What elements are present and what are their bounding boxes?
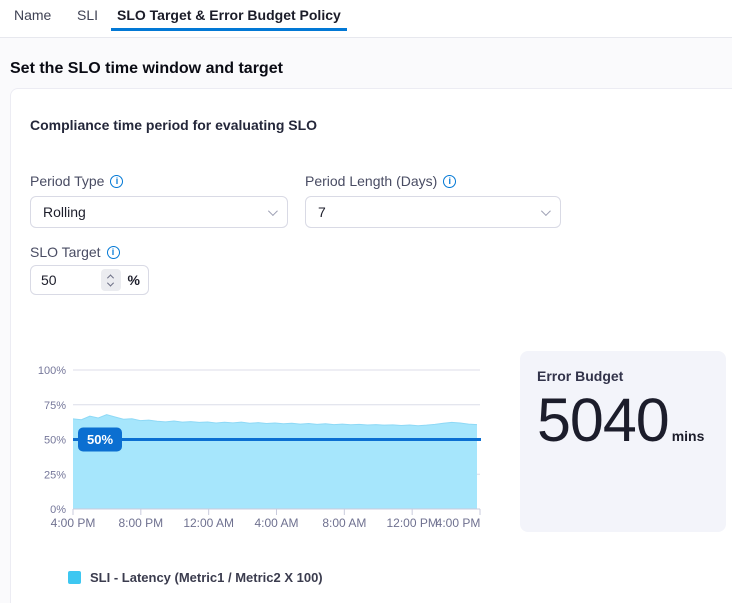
x-axis-label: 8:00 PM: [118, 516, 163, 530]
period-type-label-text: Period Type: [30, 173, 104, 189]
x-axis-label: 4:00 AM: [254, 516, 298, 530]
period-length-select[interactable]: 7: [305, 196, 561, 228]
period-length-value: 7: [318, 204, 541, 220]
chevron-down-icon: [541, 206, 551, 216]
compliance-section-title: Compliance time period for evaluating SL…: [30, 117, 317, 133]
slo-target-badge-label: 50%: [87, 432, 113, 447]
tab-sli[interactable]: SLI: [77, 7, 98, 23]
x-axis-label: 4:00 PM: [51, 516, 96, 530]
percent-sign: %: [128, 272, 140, 288]
slo-target-label-text: SLO Target: [30, 244, 101, 260]
period-type-value: Rolling: [43, 204, 268, 220]
error-budget-value-row: 5040 mins: [537, 388, 709, 452]
area-series: [73, 415, 477, 509]
y-axis-label: 75%: [44, 400, 66, 412]
slo-target-input-group: %: [30, 265, 149, 295]
error-budget-card: Error Budget 5040 mins: [520, 351, 726, 532]
error-budget-unit: mins: [672, 428, 705, 444]
y-axis-label: 25%: [44, 469, 66, 481]
x-axis-label: 4:00 PM: [436, 516, 481, 530]
y-axis-label: 0%: [50, 504, 66, 516]
slo-configuration-page: Name SLI SLO Target & Error Budget Polic…: [0, 0, 732, 603]
error-budget-title: Error Budget: [537, 368, 709, 384]
period-length-label: Period Length (Days) i: [305, 173, 456, 189]
info-icon[interactable]: i: [107, 246, 120, 259]
chart-legend-item[interactable]: SLI - Latency (Metric1 / Metric2 X 100): [68, 570, 323, 585]
page-title: Set the SLO time window and target: [10, 60, 283, 78]
number-stepper[interactable]: [101, 269, 121, 291]
period-type-select[interactable]: Rolling: [30, 196, 288, 228]
y-axis-label: 100%: [38, 365, 66, 377]
info-icon[interactable]: i: [443, 175, 456, 188]
sli-area-chart: 0% 25% 50% 75% 100% 4:00 PM 8:00 PM 12:00 AM 4:0…: [28, 358, 490, 536]
tab-name[interactable]: Name: [14, 7, 51, 23]
y-axis-label: 50%: [44, 435, 66, 447]
x-axis-label: 12:00 PM: [386, 516, 437, 530]
x-axis-label: 8:00 AM: [322, 516, 366, 530]
x-axis-label: 12:00 AM: [183, 516, 234, 530]
error-budget-value: 5040: [537, 388, 669, 452]
period-type-label: Period Type i: [30, 173, 123, 189]
legend-label: SLI - Latency (Metric1 / Metric2 X 100): [90, 570, 323, 585]
info-icon[interactable]: i: [110, 175, 123, 188]
period-length-label-text: Period Length (Days): [305, 173, 437, 189]
stepper-down-icon[interactable]: [107, 279, 114, 286]
legend-swatch: [68, 571, 81, 584]
chevron-down-icon: [268, 206, 278, 216]
tab-slo-target-error-budget[interactable]: SLO Target & Error Budget Policy: [111, 7, 347, 31]
slo-target-input[interactable]: [31, 272, 101, 288]
slo-target-label: SLO Target i: [30, 244, 120, 260]
